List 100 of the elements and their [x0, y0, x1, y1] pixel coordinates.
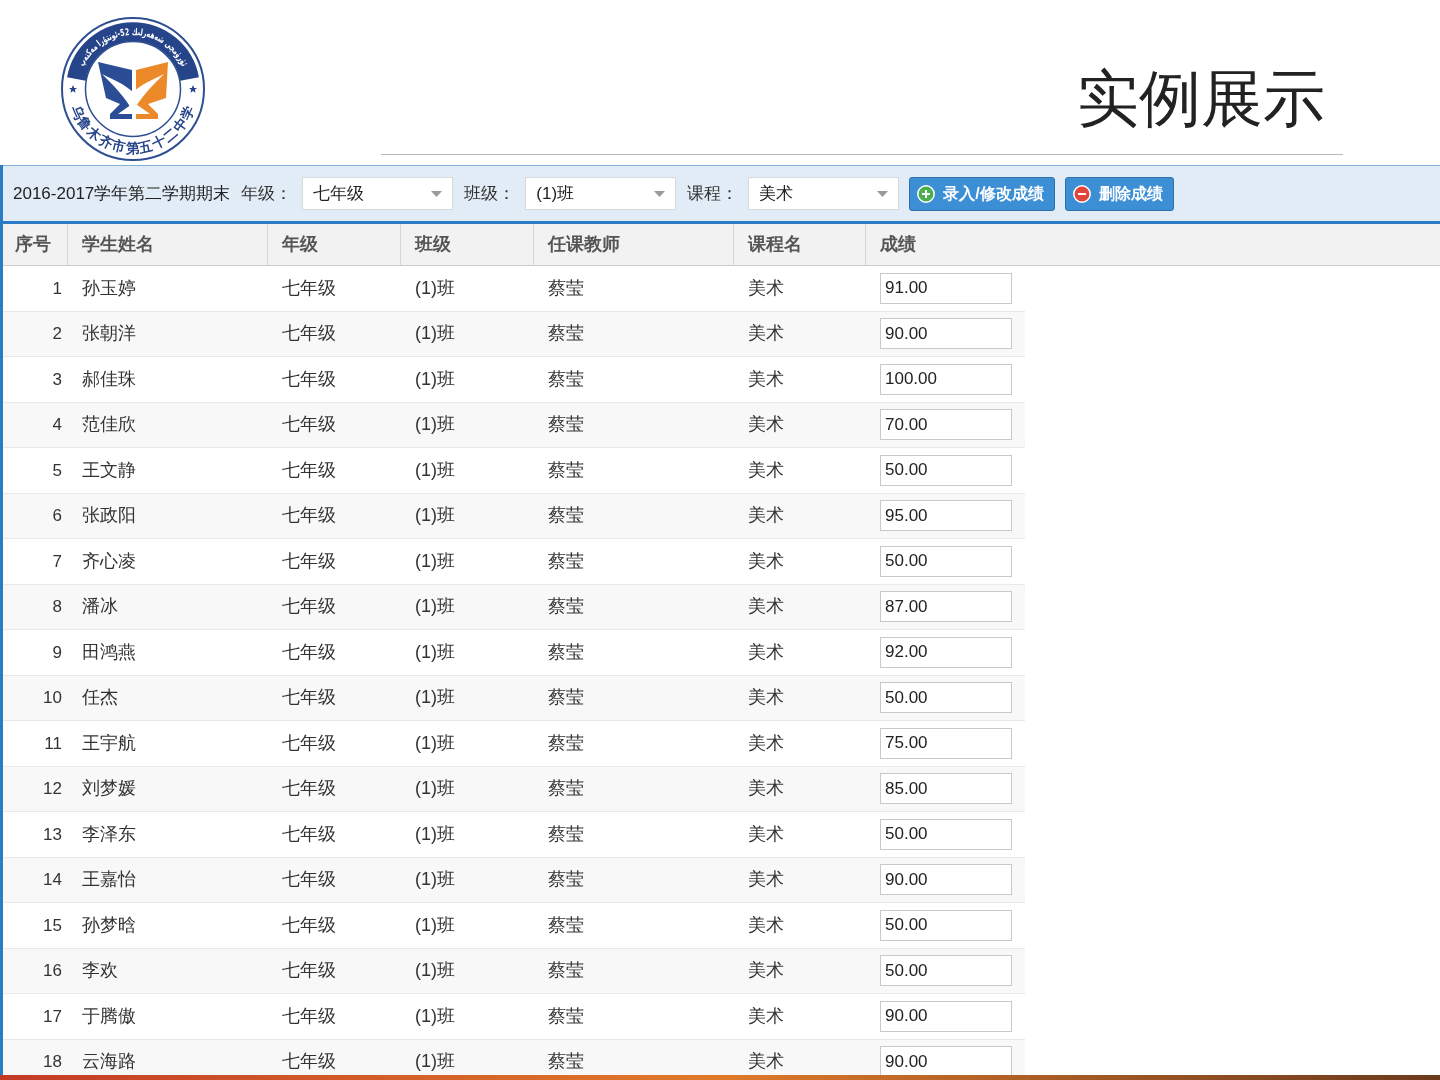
student-name: 张政阳: [82, 504, 136, 528]
teacher-name: 蔡莹: [548, 777, 584, 801]
grade-level: 七年级: [282, 413, 336, 437]
class-name: (1)班: [415, 413, 455, 437]
class-name: (1)班: [415, 913, 455, 937]
student-name: 田鸿燕: [82, 640, 136, 664]
course-name: 美术: [748, 822, 784, 846]
student-name: 王嘉怡: [82, 868, 136, 892]
score-input[interactable]: 50.00: [880, 545, 1012, 577]
teacher-name: 蔡莹: [548, 595, 584, 619]
score-input[interactable]: 90.00: [880, 318, 1012, 350]
score-input[interactable]: 50.00: [880, 454, 1012, 486]
grade-level: 七年级: [282, 868, 336, 892]
class-name: (1)班: [415, 458, 455, 482]
filter-label: 课程：: [687, 182, 739, 205]
teacher-name: 蔡莹: [548, 868, 584, 892]
grade-level: 七年级: [282, 822, 336, 846]
row-number: 3: [52, 368, 62, 391]
row-number: 8: [52, 596, 62, 618]
grade-level: 七年级: [282, 640, 336, 664]
student-name: 王文静: [82, 458, 136, 482]
student-name: 孙玉婷: [82, 276, 136, 300]
score-input[interactable]: 100.00: [880, 363, 1012, 395]
student-name: 于腾傲: [82, 1004, 136, 1028]
score-input[interactable]: 50.00: [880, 818, 1012, 850]
student-name: 齐心凌: [82, 549, 136, 573]
row-number: 6: [52, 505, 62, 527]
logo-text: ئۈرۈمچى شەھەرلىك 52-ئوتتۇرا مەكتەپ: [75, 25, 191, 69]
class-name: (1)班: [415, 367, 455, 391]
grade-level: 七年级: [282, 322, 336, 346]
teacher-name: 蔡莹: [548, 276, 584, 300]
course-name: 美术: [748, 913, 784, 937]
caret-icon: [431, 190, 443, 197]
teacher-name: 蔡莹: [548, 1050, 584, 1074]
teacher-name: 蔡莹: [548, 367, 584, 391]
student-name: 潘冰: [82, 595, 118, 619]
teacher-name: 蔡莹: [548, 458, 584, 482]
row-number: 2: [52, 323, 62, 345]
row-number: 18: [43, 1051, 62, 1073]
class-name: (1)班: [415, 959, 455, 983]
teacher-name: 蔡莹: [548, 413, 584, 437]
teacher-name: 蔡莹: [548, 731, 584, 755]
column-header: 学生姓名: [82, 233, 154, 256]
score-input[interactable]: 50.00: [880, 909, 1012, 941]
grade-level: 七年级: [282, 959, 336, 983]
course-name: 美术: [748, 276, 784, 300]
caret-icon: [654, 190, 666, 197]
course-name: 美术: [748, 868, 784, 892]
grade-level: 七年级: [282, 731, 336, 755]
row-number: 13: [43, 823, 62, 846]
teacher-name: 蔡莹: [548, 640, 584, 664]
teacher-name: 蔡莹: [548, 322, 584, 346]
grade-level: 七年级: [282, 595, 336, 619]
teacher-name: 蔡莹: [548, 959, 584, 983]
student-name: 范佳欣: [82, 413, 136, 437]
class-name: (1)班: [415, 640, 455, 664]
teacher-name: 蔡莹: [548, 1004, 584, 1028]
class-name: (1)班: [415, 686, 455, 710]
filter-label: 年级：: [241, 182, 293, 205]
course-name: 美术: [748, 595, 784, 619]
grade-level: 七年级: [282, 686, 336, 710]
column-header: 年级: [282, 233, 318, 256]
teacher-name: 蔡莹: [548, 504, 584, 528]
score-input[interactable]: 50.00: [880, 682, 1012, 714]
score-input[interactable]: 75.00: [880, 727, 1012, 759]
teacher-name: 蔡莹: [548, 686, 584, 710]
grade-level: 七年级: [282, 913, 336, 937]
score-input[interactable]: 85.00: [880, 773, 1012, 805]
row-number: 10: [43, 687, 62, 709]
row-number: 9: [52, 641, 62, 664]
grade-level: 七年级: [282, 367, 336, 391]
score-input[interactable]: 91.00: [880, 272, 1012, 304]
row-number: 14: [43, 869, 62, 891]
dropdown[interactable]: 七年级: [302, 177, 454, 210]
column-header: 任课教师: [548, 233, 620, 256]
dropdown[interactable]: (1)班: [525, 177, 677, 210]
score-input[interactable]: 90.00: [880, 864, 1012, 896]
class-name: (1)班: [415, 822, 455, 846]
course-name: 美术: [748, 731, 784, 755]
student-name: 云海路: [82, 1050, 136, 1074]
class-name: (1)班: [415, 504, 455, 528]
score-input[interactable]: 90.00: [880, 1046, 1012, 1078]
score-input[interactable]: 50.00: [880, 955, 1012, 987]
score-input[interactable]: 90.00: [880, 1000, 1012, 1032]
course-name: 美术: [748, 549, 784, 573]
filter-label: 班级：: [464, 182, 516, 205]
score-input[interactable]: 87.00: [880, 591, 1012, 623]
row-number: 17: [43, 1005, 62, 1028]
score-input[interactable]: 95.00: [880, 500, 1012, 532]
class-name: (1)班: [415, 595, 455, 619]
row-number: 11: [44, 732, 62, 755]
student-name: 郝佳珠: [82, 367, 136, 391]
row-number: 16: [43, 960, 62, 982]
teacher-name: 蔡莹: [548, 549, 584, 573]
score-input[interactable]: 70.00: [880, 409, 1012, 441]
dropdown[interactable]: 美术: [748, 177, 900, 210]
course-name: 美术: [748, 458, 784, 482]
grade-level: 七年级: [282, 777, 336, 801]
student-name: 王宇航: [82, 731, 136, 755]
score-input[interactable]: 92.00: [880, 636, 1012, 668]
